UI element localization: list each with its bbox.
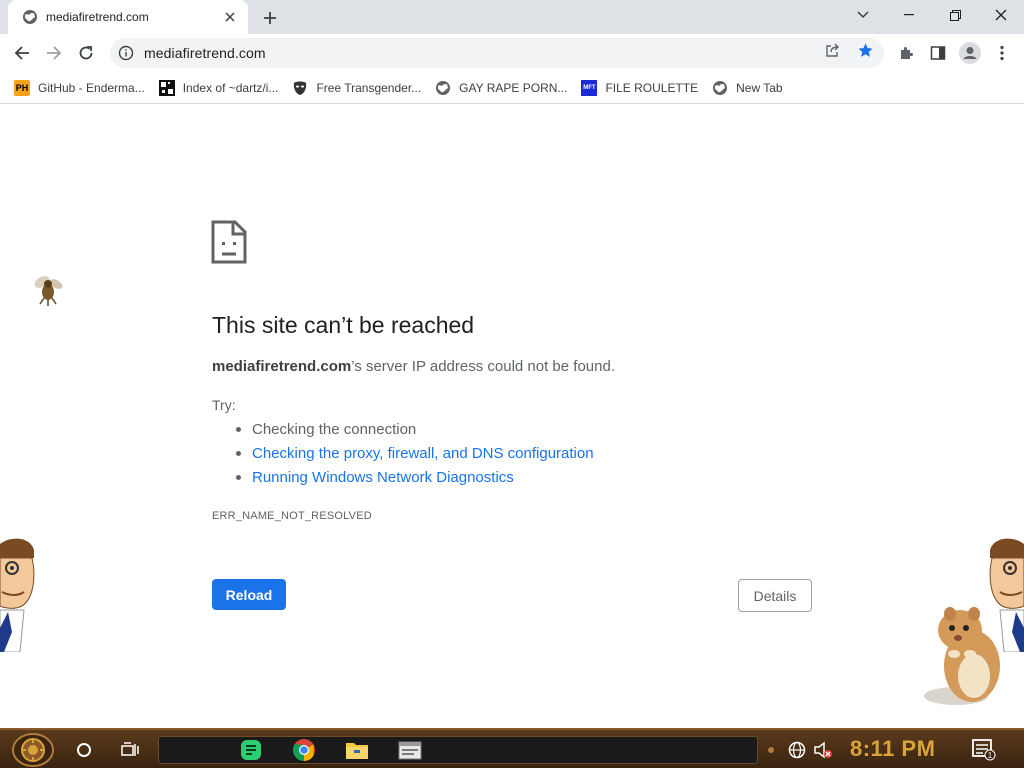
taskbar: 8:11 PM 1 (0, 728, 1024, 768)
back-button[interactable] (8, 39, 36, 67)
app-window-icon[interactable] (394, 734, 426, 766)
info-icon[interactable] (118, 45, 134, 61)
suggestion-diagnostics-link[interactable]: Running Windows Network Diagnostics (236, 468, 594, 492)
error-message-text: ’s server IP address could not be found. (351, 358, 615, 375)
error-domain: mediafiretrend.com (212, 358, 352, 375)
tray-chevron-icon[interactable] (763, 734, 779, 766)
bookmark-label: Free Transgender... (316, 80, 422, 95)
minimize-button[interactable] (886, 0, 932, 30)
bookmark-label: GAY RAPE PORN... (459, 80, 568, 95)
address-bar[interactable]: mediafiretrend.com (110, 38, 884, 68)
globe-icon (435, 80, 451, 96)
tab-search-chevron-icon[interactable] (840, 0, 886, 30)
file-explorer-icon[interactable] (341, 734, 373, 766)
bookmark-star-icon[interactable] (856, 41, 874, 59)
notification-count: 1 (988, 751, 993, 760)
hamster-sprite (920, 600, 1008, 712)
close-icon[interactable] (222, 9, 238, 25)
restore-button[interactable] (932, 0, 978, 30)
tab-active[interactable]: mediafiretrend.com (8, 0, 248, 34)
volume-muted-icon[interactable] (810, 734, 836, 766)
task-view-icon[interactable] (114, 734, 146, 766)
url-text: mediafiretrend.com (144, 45, 266, 61)
globe-icon (22, 9, 38, 25)
forward-button[interactable] (40, 39, 68, 67)
error-message: mediafiretrend.com’s server IP address c… (212, 358, 615, 375)
browser-toolbar: mediafiretrend.com (0, 34, 1024, 72)
mft-favicon-icon: MFT (581, 79, 598, 96)
bookmark-label: GitHub - Enderma... (38, 80, 145, 95)
error-code: ERR_NAME_NOT_RESOLVED (212, 510, 372, 522)
start-button[interactable] (8, 732, 58, 768)
bookmark-label: New Tab (736, 80, 783, 95)
bookmark-item[interactable]: GAY RAPE PORN... (433, 75, 575, 101)
network-globe-icon[interactable] (784, 734, 810, 766)
notes-app-icon[interactable] (235, 734, 267, 766)
chrome-icon[interactable] (288, 734, 320, 766)
try-label: Try: (212, 397, 236, 413)
details-button[interactable]: Details (738, 579, 812, 612)
menu-kebab-icon[interactable] (988, 39, 1016, 67)
suggestion-list: Checking the connection Checking the pro… (236, 420, 594, 492)
close-window-button[interactable] (978, 0, 1024, 30)
bookmark-item[interactable]: PH GitHub - Enderma... (12, 75, 153, 101)
bookmark-label: Index of ~dartz/i... (182, 80, 279, 95)
bookmarks-bar: PH GitHub - Enderma... Index of ~dartz/i… (0, 72, 1024, 104)
bookmark-item[interactable]: Index of ~dartz/i... (157, 75, 287, 101)
notification-center-icon[interactable]: 1 (968, 734, 1000, 766)
side-panel-icon[interactable] (924, 39, 952, 67)
mask-favicon-icon (292, 80, 308, 96)
taskbar-clock[interactable]: 8:11 PM (850, 736, 935, 762)
globe-icon (712, 80, 728, 96)
fly-sprite-icon (30, 272, 66, 308)
bookmark-label: FILE ROULETTE (605, 80, 699, 95)
new-tab-button[interactable] (258, 6, 282, 30)
index-favicon-icon (158, 79, 175, 96)
extensions-icon[interactable] (892, 39, 920, 67)
cartoon-man-left (0, 536, 40, 653)
suggestion-check-connection: Checking the connection (236, 420, 594, 444)
reload-icon[interactable] (72, 39, 100, 67)
tab-title: mediafiretrend.com (46, 10, 149, 24)
profile-avatar-icon[interactable] (956, 39, 984, 67)
bookmark-item[interactable]: Free Transgender... (290, 75, 429, 101)
bookmark-item[interactable]: MFT FILE ROULETTE (579, 75, 706, 101)
pornhub-favicon-icon: PH (14, 79, 30, 96)
page-title: This site can’t be reached (212, 312, 475, 338)
error-page: This site can’t be reached mediafiretren… (0, 104, 1024, 728)
share-icon[interactable] (824, 41, 842, 59)
suggestion-proxy-link[interactable]: Checking the proxy, firewall, and DNS co… (236, 444, 594, 468)
reload-button[interactable]: Reload (212, 579, 286, 610)
sad-document-icon (211, 220, 247, 264)
bookmark-item[interactable]: New Tab (710, 75, 790, 101)
search-circle-icon[interactable] (68, 734, 100, 766)
tab-strip: mediafiretrend.com (0, 0, 1024, 34)
